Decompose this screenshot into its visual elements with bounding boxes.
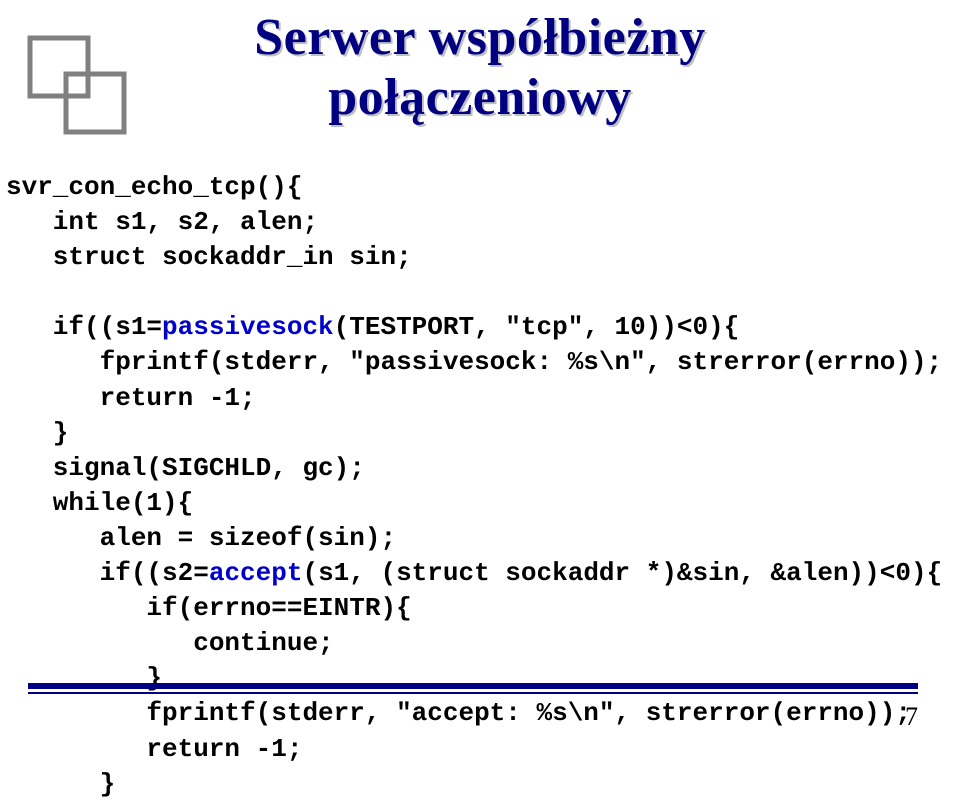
code-line: if(errno==EINTR){ [6,593,412,623]
logo-icon [22,30,132,140]
code-listing: svr_con_echo_tcp(){ int s1, s2, alen; st… [6,170,942,802]
code-line: return -1; [6,383,256,413]
code-line: return -1; [6,734,302,764]
slide-title-line2: połączeniowy [0,68,960,128]
code-line: struct sockaddr_in sin; [6,242,412,272]
code-line: (s1, (struct sockaddr *)&sin, &alen))<0)… [302,558,942,588]
code-keyword: accept [209,558,303,588]
code-line: fprintf(stderr, "accept: %s\n", strerror… [6,698,911,728]
code-line: int s1, s2, alen; [6,207,318,237]
footer-divider [28,683,918,694]
code-line: fprintf(stderr, "passivesock: %s\n", str… [6,347,942,377]
slide-title-line1: Serwer współbieżny [0,8,960,68]
code-line: } [6,418,68,448]
code-line: signal(SIGCHLD, gc); [6,453,365,483]
code-line: alen = sizeof(sin); [6,523,396,553]
code-line: if((s1= [6,312,162,342]
code-line: } [6,769,115,799]
code-line: (TESTPORT, "tcp", 10))<0){ [334,312,740,342]
code-line: while(1){ [6,488,193,518]
page-number: 7 [905,702,918,732]
code-line: svr_con_echo_tcp(){ [6,172,302,202]
code-line: if((s2= [6,558,209,588]
code-keyword: passivesock [162,312,334,342]
code-line: continue; [6,628,334,658]
